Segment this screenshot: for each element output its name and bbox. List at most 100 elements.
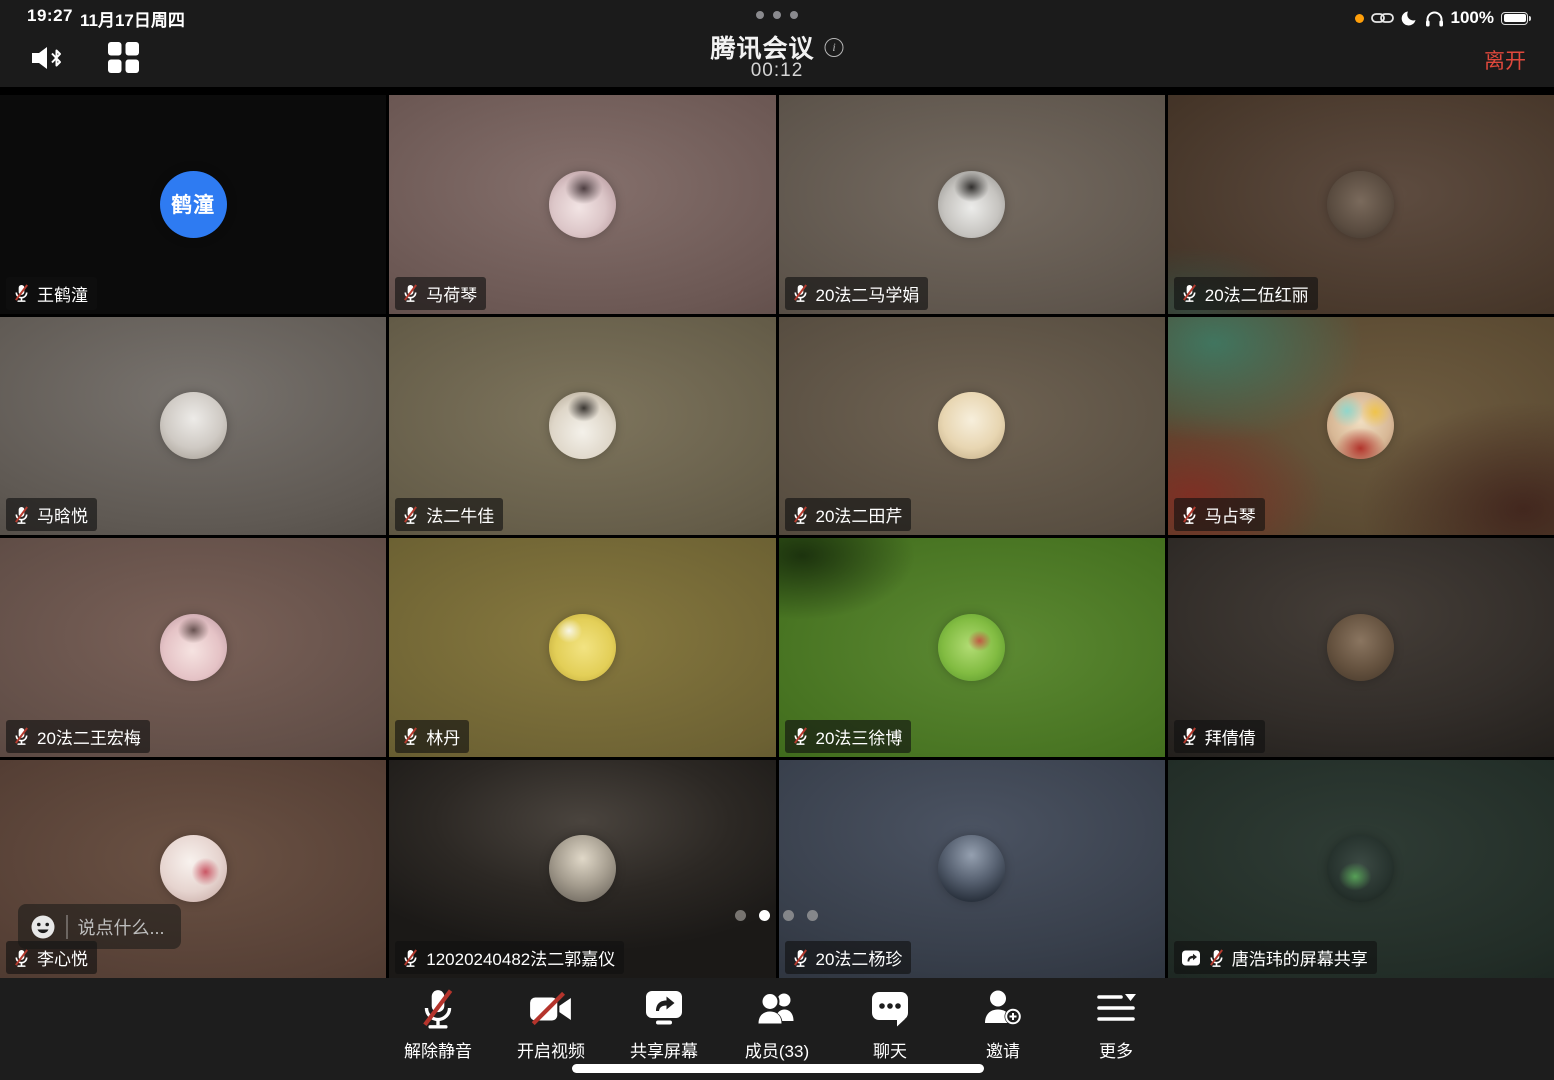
participant-avatar bbox=[1327, 392, 1394, 459]
participant-name-label: 12020240482法二郭嘉仪 bbox=[395, 941, 624, 974]
participant-tile[interactable]: 20法三徐博 bbox=[779, 538, 1165, 757]
chat-button[interactable]: 聊天 bbox=[840, 988, 940, 1062]
participant-name: 20法二杨珍 bbox=[816, 945, 903, 970]
members-button[interactable]: 成员(33) bbox=[727, 988, 827, 1062]
participant-name-label: 20法二王宏梅 bbox=[6, 720, 150, 753]
speaker-bluetooth-icon[interactable] bbox=[30, 44, 66, 72]
participant-avatar: 鹤潼 bbox=[160, 171, 227, 238]
participant-tile[interactable]: 20法二伍红丽 bbox=[1168, 95, 1554, 314]
link-icon bbox=[1371, 11, 1394, 25]
muted-mic-icon bbox=[1181, 726, 1198, 746]
participant-name-label: 20法二田芹 bbox=[785, 498, 912, 531]
participant-tile[interactable]: 唐浩玮的屏幕共享 bbox=[1168, 760, 1554, 979]
muted-mic-icon bbox=[1181, 283, 1198, 303]
participant-name-label: 20法二伍红丽 bbox=[1174, 277, 1318, 310]
layout-grid-icon[interactable] bbox=[108, 42, 139, 73]
muted-mic-icon bbox=[792, 948, 809, 968]
participant-name: 拜倩倩 bbox=[1205, 724, 1256, 749]
page-dot[interactable] bbox=[735, 910, 746, 921]
muted-mic-icon bbox=[13, 948, 30, 968]
window-handle-dots[interactable] bbox=[756, 11, 798, 19]
share-screen-button[interactable]: 共享屏幕 bbox=[614, 988, 714, 1062]
tool-label: 成员(33) bbox=[745, 1037, 809, 1062]
participant-name-label: 20法二马学娟 bbox=[785, 277, 929, 310]
screen-share-icon bbox=[1181, 948, 1201, 968]
participant-tile[interactable]: 马晗悦 bbox=[0, 317, 386, 536]
participant-tile[interactable]: 20法二马学娟 bbox=[779, 95, 1165, 314]
participant-name: 20法二马学娟 bbox=[816, 281, 920, 306]
chat-quick-input[interactable]: 说点什么... bbox=[18, 904, 181, 949]
clock-date: 11月17日周四 bbox=[80, 6, 185, 31]
members-icon bbox=[755, 988, 799, 1030]
unmute-button[interactable]: 解除静音 bbox=[388, 988, 488, 1062]
page-dot[interactable] bbox=[783, 910, 794, 921]
participant-tile[interactable]: 鹤潼 王鹤潼 bbox=[0, 95, 386, 314]
participant-avatar bbox=[938, 171, 1005, 238]
chat-input-placeholder[interactable]: 说点什么... bbox=[78, 914, 165, 940]
muted-mic-icon bbox=[402, 948, 419, 968]
participant-avatar bbox=[938, 614, 1005, 681]
meeting-screen: 19:27 11月17日周四 腾讯会议 i 00:12 bbox=[0, 0, 1554, 1080]
participant-tile[interactable]: 马占琴 bbox=[1168, 317, 1554, 536]
participant-tile[interactable]: 12020240482法二郭嘉仪 bbox=[389, 760, 775, 979]
participant-avatar bbox=[549, 835, 616, 902]
headphones-icon bbox=[1425, 10, 1444, 27]
more-lines-icon bbox=[1095, 988, 1137, 1030]
page-indicator[interactable] bbox=[735, 910, 818, 921]
more-button[interactable]: 更多 bbox=[1066, 988, 1166, 1062]
participant-name: 法二牛佳 bbox=[426, 502, 494, 527]
participant-tile[interactable]: 20法二杨珍 bbox=[779, 760, 1165, 979]
participant-avatar bbox=[549, 392, 616, 459]
moon-icon bbox=[1401, 10, 1418, 27]
meeting-timer: 00:12 bbox=[751, 60, 804, 82]
participant-name: 马荷琴 bbox=[426, 281, 477, 306]
participant-name: 马晗悦 bbox=[37, 502, 88, 527]
muted-mic-icon bbox=[13, 505, 30, 525]
page-dot[interactable] bbox=[759, 910, 770, 921]
page-dot[interactable] bbox=[807, 910, 818, 921]
participant-avatar bbox=[549, 171, 616, 238]
participant-avatar bbox=[1327, 171, 1394, 238]
participant-name-label: 马晗悦 bbox=[6, 498, 97, 531]
invite-button[interactable]: 邀请 bbox=[953, 988, 1053, 1062]
avatar-initials: 鹤潼 bbox=[171, 189, 215, 219]
share-screen-icon bbox=[643, 988, 685, 1030]
participant-name: 20法二伍红丽 bbox=[1205, 281, 1309, 306]
participant-name: 12020240482法二郭嘉仪 bbox=[426, 945, 615, 970]
participant-grid: 鹤潼 王鹤潼 bbox=[0, 95, 1554, 978]
home-indicator[interactable] bbox=[572, 1064, 984, 1073]
leave-button[interactable]: 离开 bbox=[1484, 45, 1526, 75]
participant-tile[interactable]: 马荷琴 bbox=[389, 95, 775, 314]
muted-mic-icon bbox=[402, 505, 419, 525]
start-video-button[interactable]: 开启视频 bbox=[501, 988, 601, 1062]
muted-mic-icon bbox=[1181, 505, 1198, 525]
participant-tile[interactable]: 拜倩倩 bbox=[1168, 538, 1554, 757]
muted-mic-icon bbox=[13, 283, 30, 303]
participant-tile[interactable]: 林丹 bbox=[389, 538, 775, 757]
tool-label: 解除静音 bbox=[404, 1037, 472, 1062]
clock-time: 19:27 bbox=[27, 6, 73, 26]
muted-camera-icon bbox=[528, 988, 574, 1030]
participant-name: 唐浩玮的屏幕共享 bbox=[1232, 945, 1368, 970]
muted-mic-icon bbox=[792, 726, 809, 746]
participant-name: 20法二田芹 bbox=[816, 502, 903, 527]
muted-mic-icon bbox=[13, 726, 30, 746]
participant-name-label: 20法三徐博 bbox=[785, 720, 912, 753]
muted-mic-icon bbox=[402, 726, 419, 746]
info-icon[interactable]: i bbox=[825, 38, 844, 57]
participant-name-label: 法二牛佳 bbox=[395, 498, 503, 531]
participant-avatar bbox=[938, 835, 1005, 902]
participant-name-label: 马荷琴 bbox=[395, 277, 486, 310]
tool-label: 邀请 bbox=[986, 1037, 1020, 1062]
participant-avatar bbox=[938, 392, 1005, 459]
participant-tile[interactable]: 20法二田芹 bbox=[779, 317, 1165, 536]
participant-name: 马占琴 bbox=[1205, 502, 1256, 527]
participant-tile[interactable]: 法二牛佳 bbox=[389, 317, 775, 536]
participant-tile[interactable]: 20法二王宏梅 bbox=[0, 538, 386, 757]
divider bbox=[66, 915, 68, 939]
emoji-icon[interactable] bbox=[30, 914, 56, 940]
add-person-icon bbox=[982, 988, 1024, 1030]
participant-name: 20法二王宏梅 bbox=[37, 724, 141, 749]
muted-mic-icon bbox=[792, 505, 809, 525]
participant-name: 林丹 bbox=[426, 724, 460, 749]
